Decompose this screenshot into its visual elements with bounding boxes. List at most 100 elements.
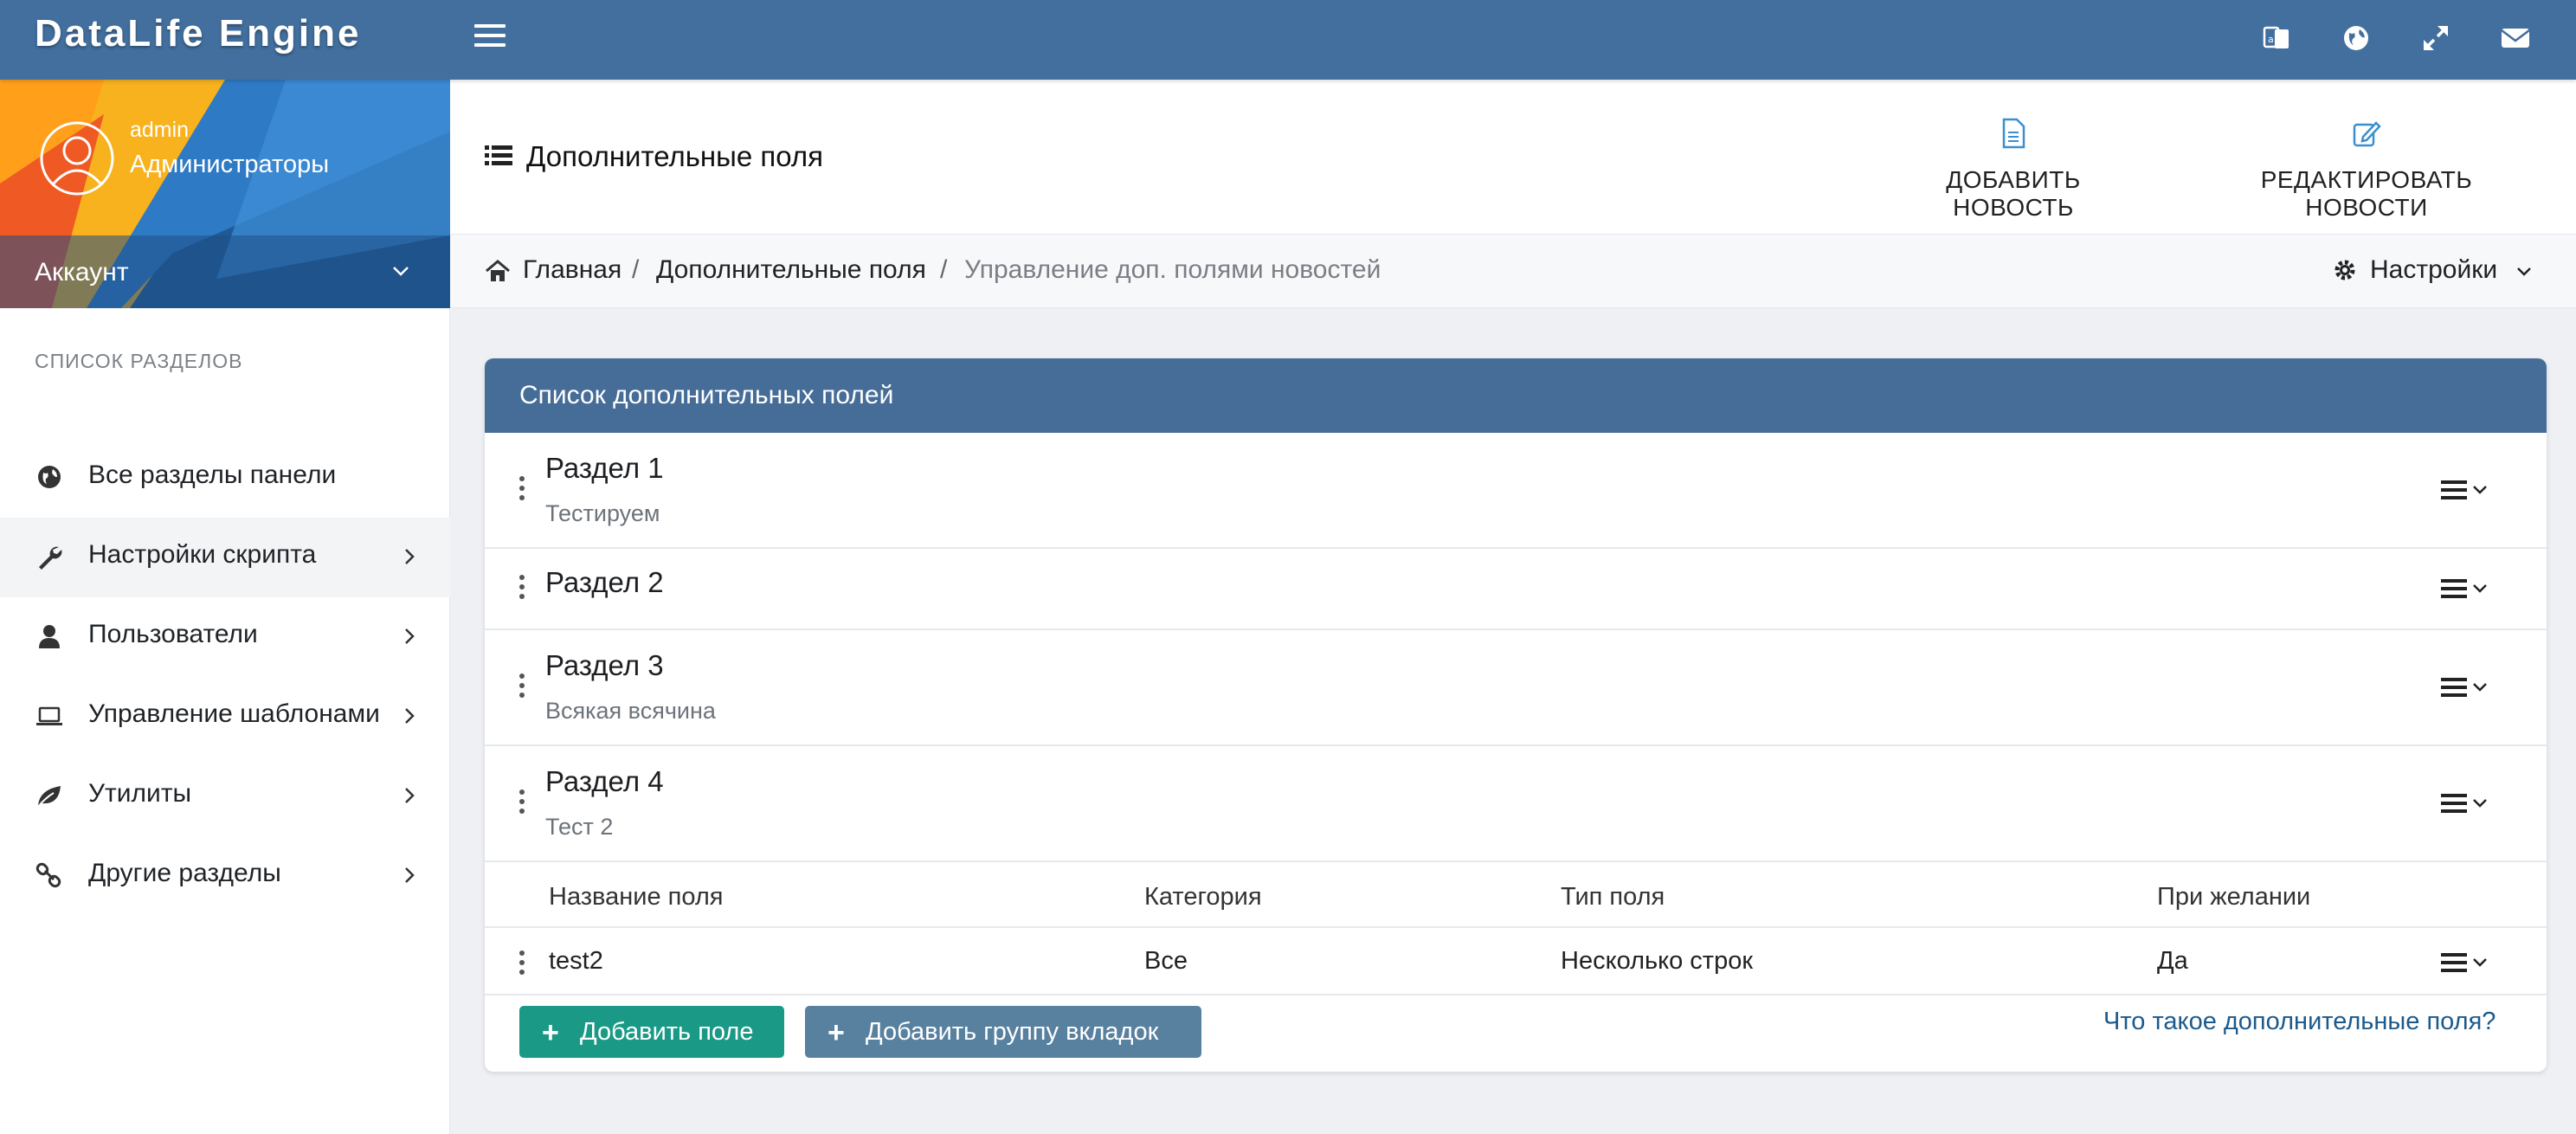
laptop-icon	[36, 706, 62, 725]
mail-icon[interactable]	[2498, 21, 2533, 55]
section-row[interactable]: Раздел 2	[485, 549, 2547, 630]
avatar[interactable]	[38, 119, 116, 197]
sidebar-item-utilities[interactable]: Утилиты	[0, 757, 450, 836]
breadcrumb-separator: /	[632, 255, 640, 284]
drag-handle-icon[interactable]	[519, 789, 526, 814]
column-header: Тип поля	[1561, 883, 1665, 911]
page-header: Дополнительные поля ДОБАВИТЬ НОВОСТЬ РЕД…	[450, 80, 2576, 234]
chevron-right-icon	[405, 708, 415, 724]
settings-label: Настройки	[2370, 255, 2498, 284]
sidebar-item-label: Настройки скрипта	[88, 540, 317, 569]
section-title: Раздел 3	[545, 649, 664, 681]
add-field-label: Добавить поле	[580, 1018, 754, 1046]
section-subtitle: Всякая всячина	[545, 698, 716, 724]
fullscreen-icon[interactable]	[2418, 21, 2453, 55]
panel-header: Список дополнительных полей	[485, 358, 2547, 433]
field-type-cell: Несколько строк	[1561, 947, 1754, 975]
gear-icon	[2334, 260, 2355, 280]
row-menu-icon[interactable]	[2441, 478, 2489, 504]
app-logo[interactable]: DataLife Engine	[35, 12, 362, 55]
help-link[interactable]: Что такое дополнительные поля?	[2103, 1008, 2496, 1036]
section-title: Раздел 1	[545, 452, 664, 484]
add-news-button[interactable]: ДОБАВИТЬ НОВОСТЬ	[1909, 118, 2117, 221]
chevron-right-icon	[405, 867, 415, 883]
breadcrumb-current: Управление доп. полями новостей	[964, 255, 1381, 284]
menu-icon[interactable]	[474, 24, 506, 50]
page-title: Дополнительные поля	[526, 140, 824, 172]
table-header: Название поля Категория Тип поля При жел…	[485, 862, 2547, 928]
chevron-right-icon	[405, 788, 415, 803]
chevron-right-icon	[405, 628, 415, 644]
breadcrumb: Главная / Дополнительные поля / Управлен…	[450, 234, 2576, 308]
edit-news-button[interactable]: РЕДАКТИРОВАТЬ НОВОСТИ	[2202, 118, 2531, 221]
sidebar-item-all-sections[interactable]: Все разделы панели	[0, 438, 450, 518]
section-row[interactable]: Раздел 4 Тест 2	[485, 746, 2547, 862]
sidebar-item-label: Все разделы панели	[88, 461, 337, 489]
plus-icon: +	[828, 1016, 845, 1049]
row-menu-icon[interactable]	[2441, 791, 2489, 817]
section-subtitle: Тест 2	[545, 814, 614, 840]
row-menu-icon[interactable]	[2441, 950, 2489, 976]
sidebar-heading: СПИСОК РАЗДЕЛОВ	[35, 350, 243, 372]
add-news-label: ДОБАВИТЬ НОВОСТЬ	[1946, 166, 2081, 221]
account-label: Аккаунт	[35, 258, 129, 287]
user-group: Администраторы	[130, 151, 330, 178]
user-name: admin	[130, 118, 190, 142]
account-dropdown[interactable]: Аккаунт	[0, 235, 450, 308]
breadcrumb-parent[interactable]: Дополнительные поля	[656, 255, 926, 285]
table-row[interactable]: test2 Все Несколько строк Да	[485, 928, 2547, 995]
field-optional-cell: Да	[2157, 947, 2188, 975]
edit-icon	[2353, 121, 2381, 147]
row-menu-icon[interactable]	[2441, 675, 2489, 701]
leaf-icon	[37, 786, 61, 808]
field-category-cell: Все	[1144, 947, 1188, 975]
drag-handle-icon[interactable]	[519, 950, 526, 975]
sidebar-item-label: Пользователи	[88, 620, 258, 648]
sidebar-item-other[interactable]: Другие разделы	[0, 836, 450, 916]
sidebar-item-label: Управление шаблонами	[88, 699, 380, 728]
svg-text:a: a	[2268, 34, 2274, 45]
column-header: Категория	[1144, 883, 1262, 911]
chevron-down-icon	[2517, 267, 2531, 276]
sidebar-item-script-settings[interactable]: Настройки скрипта	[0, 518, 450, 597]
sidebar-item-label: Утилиты	[88, 779, 192, 808]
add-field-button[interactable]: + Добавить поле	[519, 1006, 784, 1058]
column-header: Название поля	[549, 883, 724, 911]
fields-panel: Список дополнительных полей Раздел 1 Тес…	[485, 358, 2547, 1072]
sidebar-item-templates[interactable]: Управление шаблонами	[0, 677, 450, 757]
list-icon	[485, 145, 512, 165]
home-icon	[486, 260, 510, 281]
edit-news-label: РЕДАКТИРОВАТЬ НОВОСТИ	[2260, 166, 2473, 221]
section-title: Раздел 2	[545, 566, 664, 598]
chevron-down-icon	[393, 267, 409, 276]
add-tab-group-label: Добавить группу вкладок	[866, 1018, 1159, 1046]
breadcrumb-separator: /	[940, 255, 948, 284]
drag-handle-icon[interactable]	[519, 575, 526, 599]
link-icon	[35, 862, 61, 888]
breadcrumb-home[interactable]: Главная	[523, 255, 621, 285]
chevron-right-icon	[405, 549, 415, 564]
sidebar-item-users[interactable]: Пользователи	[0, 597, 450, 677]
language-icon[interactable]: a	[2259, 21, 2294, 55]
file-icon	[2002, 118, 2025, 149]
user-panel: admin Администраторы Аккаунт	[0, 80, 450, 308]
row-menu-icon[interactable]	[2441, 577, 2489, 602]
sidebar: admin Администраторы Аккаунт СПИСОК РАЗД…	[0, 80, 450, 1134]
wrench-icon	[39, 546, 62, 570]
top-navbar: DataLife Engine a	[0, 0, 2576, 80]
drag-handle-icon[interactable]	[519, 673, 526, 698]
globe-icon	[38, 466, 61, 488]
section-row[interactable]: Раздел 1 Тестируем	[485, 433, 2547, 549]
user-icon	[39, 625, 60, 648]
sidebar-item-label: Другие разделы	[88, 859, 281, 887]
globe-icon[interactable]	[2339, 21, 2373, 55]
drag-handle-icon[interactable]	[519, 476, 526, 500]
section-subtitle: Тестируем	[545, 500, 660, 526]
field-name-cell: test2	[549, 947, 603, 975]
column-header: При желании	[2157, 883, 2311, 911]
section-title: Раздел 4	[545, 765, 664, 797]
section-row[interactable]: Раздел 3 Всякая всячина	[485, 630, 2547, 746]
panel-title: Список дополнительных полей	[519, 381, 894, 409]
add-tab-group-button[interactable]: + Добавить группу вкладок	[805, 1006, 1201, 1058]
plus-icon: +	[542, 1016, 559, 1049]
